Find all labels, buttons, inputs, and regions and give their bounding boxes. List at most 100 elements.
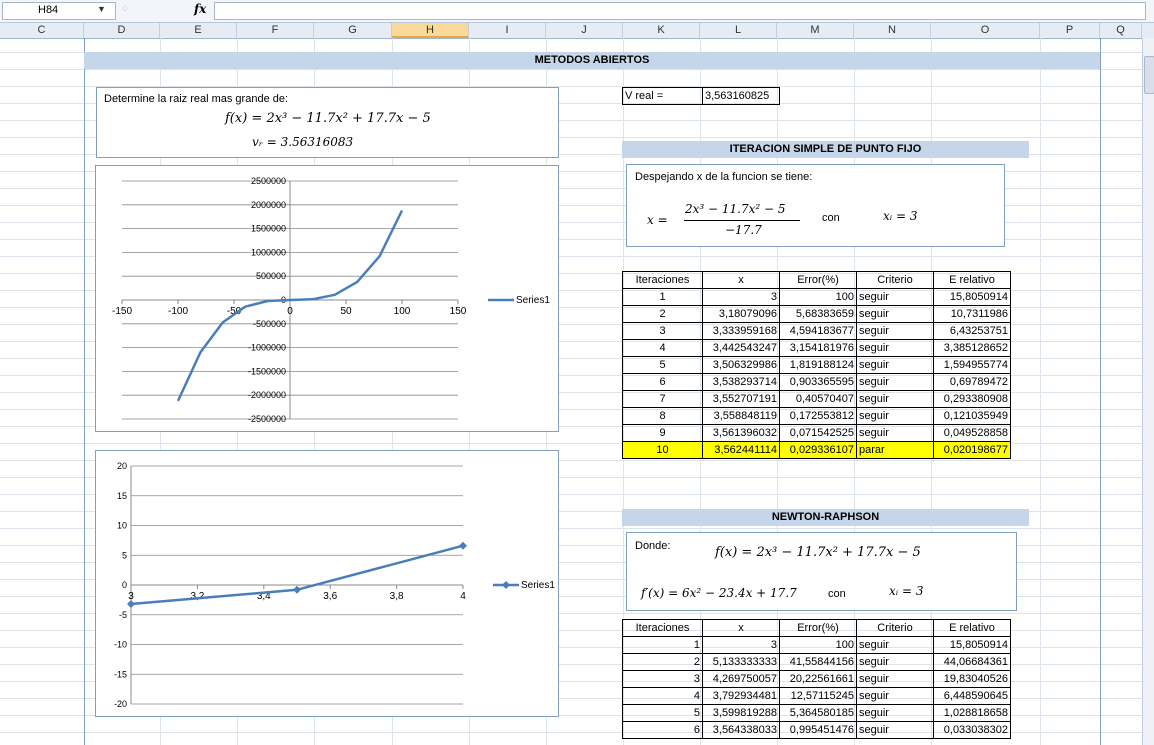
table-cell[interactable]: 2 <box>622 305 703 323</box>
table-cell[interactable]: 8 <box>622 407 703 425</box>
table-cell[interactable]: 0,049528858 <box>933 424 1011 442</box>
table-cell[interactable]: 3,561396032 <box>702 424 780 442</box>
table-cell[interactable]: seguir <box>856 653 934 671</box>
column-header-n[interactable]: N <box>854 23 931 38</box>
table-cell[interactable]: 10 <box>622 441 703 459</box>
table-cell[interactable]: 3 <box>622 670 703 688</box>
column-header-k[interactable]: K <box>623 23 700 38</box>
table-cell[interactable]: seguir <box>856 339 934 357</box>
column-header-e[interactable]: E <box>160 23 237 38</box>
column-header-m[interactable]: M <box>777 23 854 38</box>
table-cell[interactable]: 0,172553812 <box>779 407 857 425</box>
table-cell[interactable]: 6 <box>622 373 703 391</box>
scrollbar-thumb[interactable] <box>1144 56 1154 94</box>
table-cell[interactable]: 2 <box>622 653 703 671</box>
table-cell[interactable]: 4,269750057 <box>702 670 780 688</box>
name-box[interactable]: H84 ▼ <box>2 2 116 20</box>
table-cell[interactable]: 5,364580185 <box>779 704 857 722</box>
table-cell[interactable]: 5,133333333 <box>702 653 780 671</box>
table-cell[interactable]: 6,43253751 <box>933 322 1011 340</box>
table-cell[interactable]: seguir <box>856 407 934 425</box>
table-cell[interactable]: 9 <box>622 424 703 442</box>
table-cell[interactable]: 0,69789472 <box>933 373 1011 391</box>
table-cell[interactable]: seguir <box>856 390 934 408</box>
column-header-g[interactable]: G <box>314 23 392 38</box>
table-cell[interactable]: 3,562441114 <box>702 441 780 459</box>
table-cell[interactable]: 41,55844156 <box>779 653 857 671</box>
table-cell[interactable]: seguir <box>856 687 934 705</box>
table-cell[interactable]: 0,029336107 <box>779 441 857 459</box>
table-cell[interactable]: 5 <box>622 704 703 722</box>
table-cell[interactable]: seguir <box>856 721 934 739</box>
table-cell[interactable]: 3 <box>702 636 780 654</box>
table-cell[interactable]: 19,83040526 <box>933 670 1011 688</box>
table-cell[interactable]: 3,552707191 <box>702 390 780 408</box>
table-cell[interactable]: 44,06684361 <box>933 653 1011 671</box>
table-cell[interactable]: 3,385128652 <box>933 339 1011 357</box>
table-cell[interactable]: 4,594183677 <box>779 322 857 340</box>
table-cell[interactable]: 20,22561661 <box>779 670 857 688</box>
table-cell[interactable]: seguir <box>856 704 934 722</box>
table-cell[interactable]: 0,020198677 <box>933 441 1011 459</box>
table-cell[interactable]: 5 <box>622 356 703 374</box>
column-header-h[interactable]: H <box>392 23 469 38</box>
cubic-chart[interactable]: 2500000 2000000 1500000 1000000 500000 0 -5000… <box>95 165 559 432</box>
table-cell[interactable]: 1,028818658 <box>933 704 1011 722</box>
column-header-o[interactable]: O <box>931 23 1040 38</box>
table-cell[interactable]: 3 <box>622 322 703 340</box>
table-cell[interactable]: seguir <box>856 305 934 323</box>
table-cell[interactable]: 3,506329986 <box>702 356 780 374</box>
table-cell[interactable]: 3,599819288 <box>702 704 780 722</box>
table-cell[interactable]: 10,7311986 <box>933 305 1011 323</box>
column-header-c[interactable]: C <box>0 23 84 38</box>
table-cell[interactable]: 3,538293714 <box>702 373 780 391</box>
table-cell[interactable]: 0,995451476 <box>779 721 857 739</box>
table-cell[interactable]: seguir <box>856 288 934 306</box>
table-cell[interactable]: 3,154181976 <box>779 339 857 357</box>
formula-input[interactable] <box>214 2 1146 20</box>
zoom-chart[interactable]: 20 15 10 5 0 -5 -10 -15 -20 3 3,2 3,4 3,6 3,8 4 Series1 <box>95 450 559 717</box>
table-cell[interactable]: seguir <box>856 322 934 340</box>
table-cell[interactable]: seguir <box>856 670 934 688</box>
function-icon[interactable]: fx <box>194 2 206 16</box>
table-cell[interactable]: 0,293380908 <box>933 390 1011 408</box>
table-cell[interactable]: 3,442543247 <box>702 339 780 357</box>
table-cell[interactable]: 100 <box>779 636 857 654</box>
table-cell[interactable]: 0,033038302 <box>933 721 1011 739</box>
table-cell[interactable]: 0,903365595 <box>779 373 857 391</box>
table-cell[interactable]: seguir <box>856 356 934 374</box>
table-cell[interactable]: 5,68383659 <box>779 305 857 323</box>
table-cell[interactable]: 15,8050914 <box>933 288 1011 306</box>
column-header-p[interactable]: P <box>1040 23 1100 38</box>
table-cell[interactable]: 3,333959168 <box>702 322 780 340</box>
table-cell[interactable]: 15,8050914 <box>933 636 1011 654</box>
cancel-icon[interactable]: ◌ <box>122 3 128 14</box>
table-cell[interactable]: 3,558848119 <box>702 407 780 425</box>
table-cell[interactable]: parar <box>856 441 934 459</box>
table-cell[interactable]: 0,121035949 <box>933 407 1011 425</box>
table-cell[interactable]: 7 <box>622 390 703 408</box>
table-cell[interactable]: seguir <box>856 424 934 442</box>
column-header-q[interactable]: Q <box>1100 23 1142 38</box>
table-cell[interactable]: 3,18079096 <box>702 305 780 323</box>
table-cell[interactable]: 4 <box>622 339 703 357</box>
table-cell[interactable]: 1 <box>622 288 703 306</box>
table-cell[interactable]: 1 <box>622 636 703 654</box>
table-cell[interactable]: 6 <box>622 721 703 739</box>
table-cell[interactable]: 3,564338033 <box>702 721 780 739</box>
table-cell[interactable]: 0,40570407 <box>779 390 857 408</box>
column-header-l[interactable]: L <box>700 23 777 38</box>
table-cell[interactable]: 3,792934481 <box>702 687 780 705</box>
table-cell[interactable]: 6,448590645 <box>933 687 1011 705</box>
table-cell[interactable]: 1,819188124 <box>779 356 857 374</box>
column-header-f[interactable]: F <box>237 23 314 38</box>
table-cell[interactable]: 4 <box>622 687 703 705</box>
chevron-down-icon[interactable]: ▼ <box>97 4 106 14</box>
column-header-i[interactable]: I <box>469 23 546 38</box>
table-cell[interactable]: seguir <box>856 373 934 391</box>
column-header-d[interactable]: D <box>84 23 160 38</box>
column-header-j[interactable]: J <box>546 23 623 38</box>
table-cell[interactable]: seguir <box>856 636 934 654</box>
table-cell[interactable]: 1,594955774 <box>933 356 1011 374</box>
table-cell[interactable]: 0,071542525 <box>779 424 857 442</box>
